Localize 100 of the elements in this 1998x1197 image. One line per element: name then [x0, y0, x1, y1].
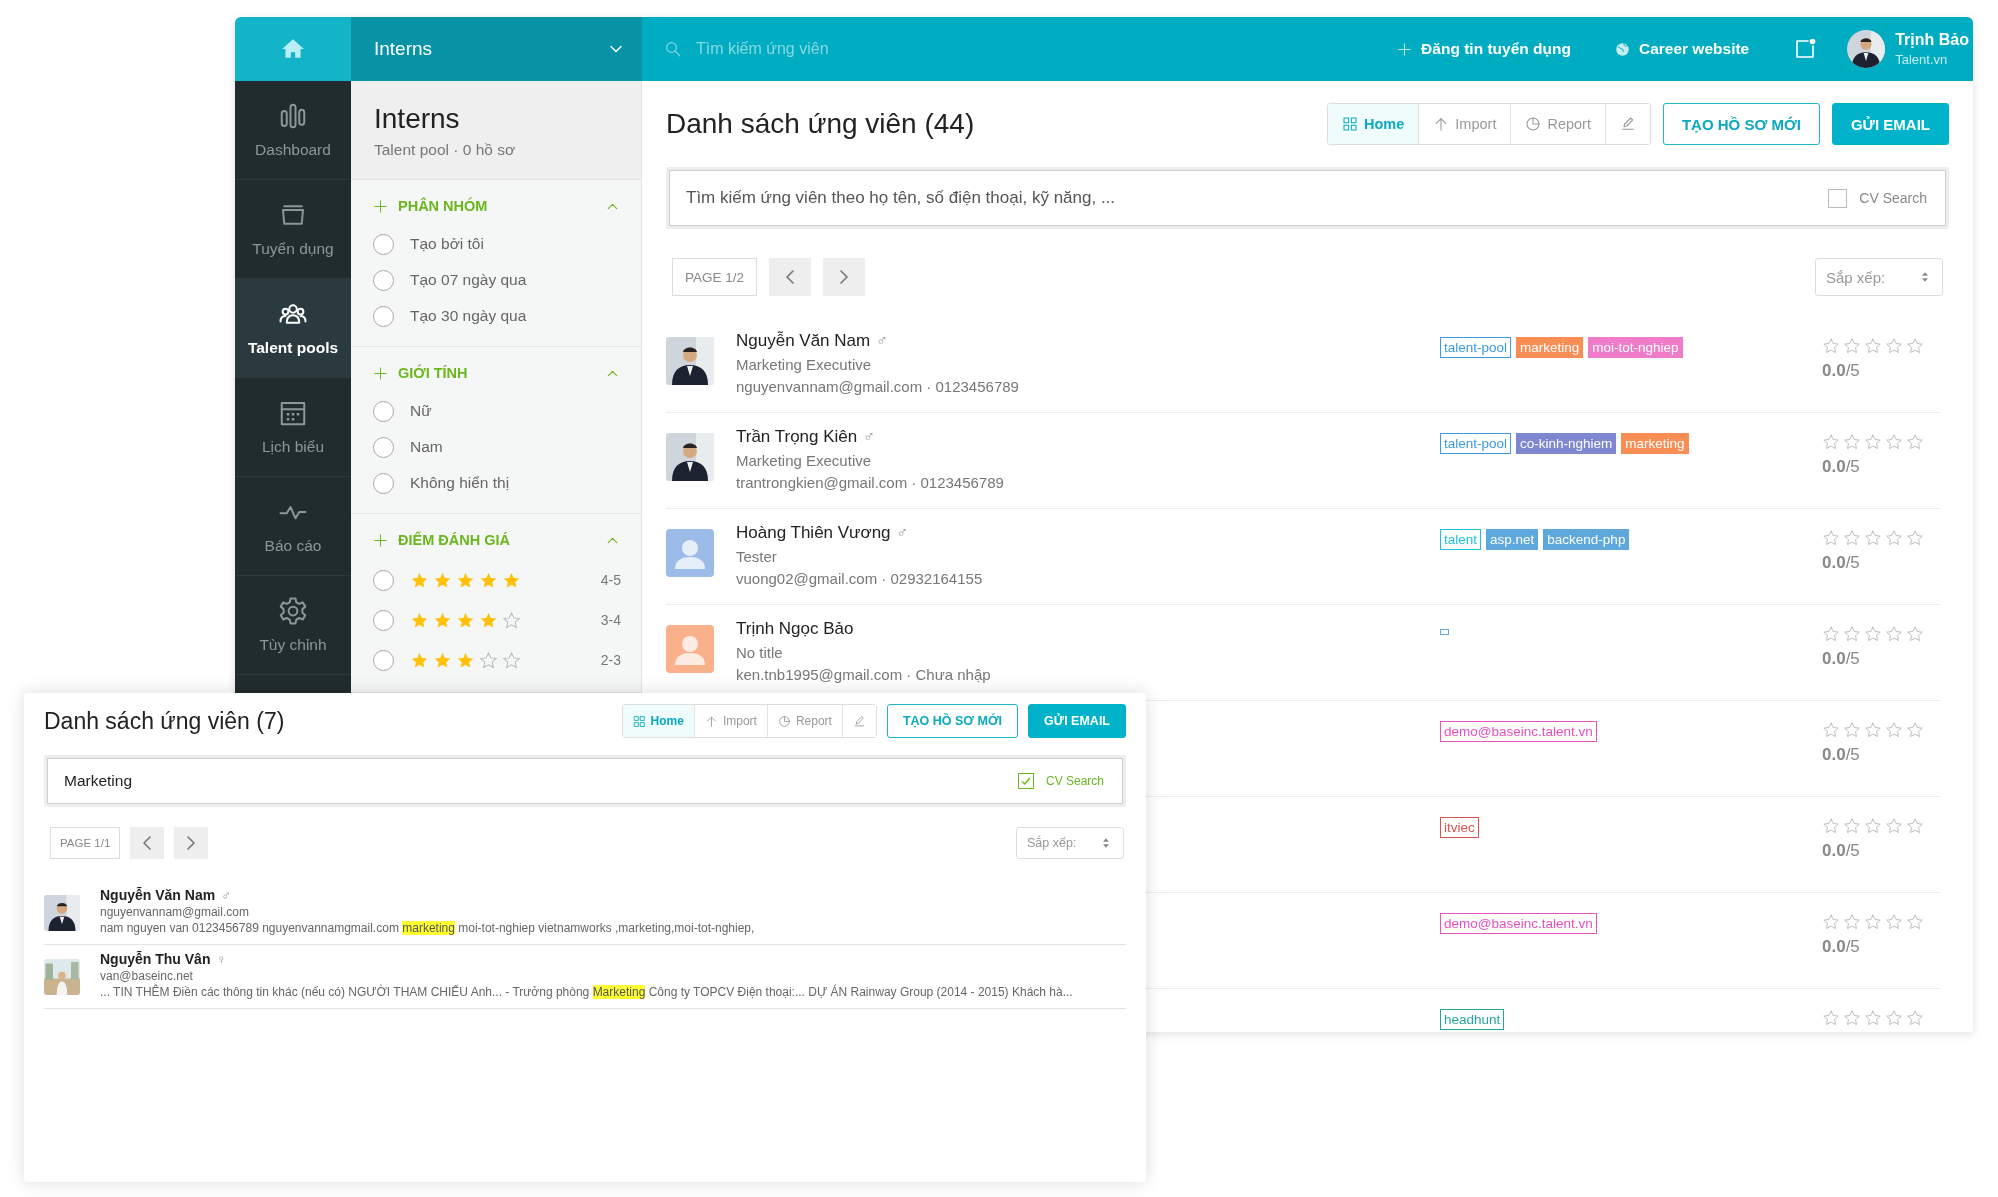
star-icon	[410, 570, 429, 590]
option-label: Tạo 30 ngày qua	[410, 307, 527, 325]
star-icon	[479, 650, 498, 670]
search-snippet: nam nguyen van 0123456789 nguyenvannamgmail.com marketing moi-tot-nghiep vietnamworks ,marketing,moi-tot-nghiep,	[100, 921, 755, 935]
checkbox[interactable]	[1828, 188, 1848, 208]
empty-tag[interactable]	[1440, 629, 1449, 635]
previous-page-button[interactable]	[769, 258, 812, 296]
pie-chart-icon	[1525, 116, 1542, 132]
radio-button[interactable]	[373, 609, 394, 631]
candidate-name[interactable]: Trịnh Ngọc Bảo	[736, 619, 854, 639]
rating-score: 0.0/5	[1822, 745, 1861, 765]
group-dropdown[interactable]: Interns	[351, 17, 642, 81]
search-field[interactable]: Marketing CV Search	[47, 758, 1123, 804]
candidate-name[interactable]: Nguyễn Văn Nam	[100, 887, 216, 903]
star-icon	[1885, 721, 1903, 739]
sort-dropdown[interactable]: Sắp xếp:	[1016, 827, 1124, 859]
star-icon	[1906, 721, 1924, 739]
next-page-button[interactable]	[823, 258, 866, 296]
rating-score: 0.0/5	[1822, 553, 1861, 573]
send-email-button[interactable]: GỬI EMAIL	[1831, 103, 1949, 145]
option-label: Tạo 07 ngày qua	[410, 271, 527, 289]
radio-button[interactable]	[373, 436, 394, 458]
next-page-button[interactable]	[174, 827, 209, 859]
grid-icon	[632, 714, 646, 728]
toolbar-button[interactable]: Home	[1328, 104, 1420, 144]
checkbox[interactable]	[1017, 773, 1034, 789]
tag[interactable]: asp.net	[1486, 529, 1539, 550]
radio-button[interactable]	[373, 400, 394, 422]
contact-info: trantrongkien@gmail.com · 0123456789	[736, 474, 1005, 491]
bar-chart-icon	[278, 101, 308, 131]
star-icon	[433, 570, 452, 590]
notification-button[interactable]	[1793, 37, 1818, 61]
radio-button[interactable]	[373, 472, 394, 494]
send-email-button[interactable]: GỬI EMAIL	[1028, 704, 1126, 738]
star-icon	[479, 570, 498, 590]
option-label: Không hiển thị	[410, 474, 510, 492]
tag[interactable]: moi-tot-nghiep	[1588, 337, 1683, 358]
checkbox-label: CV Search	[1859, 190, 1927, 206]
rating-range: 4-5	[600, 572, 621, 588]
tag[interactable]: marketing	[1516, 337, 1584, 358]
candidate-name[interactable]: Nguyễn Văn Nam	[736, 331, 871, 351]
sort-dropdown[interactable]: Sắp xếp:	[1815, 258, 1943, 296]
tag[interactable]: backend-php	[1543, 529, 1630, 550]
home-button[interactable]	[235, 17, 351, 81]
star-icon	[1822, 721, 1840, 739]
tag[interactable]: talent-pool	[1440, 433, 1512, 454]
rating-range: 3-4	[600, 612, 621, 628]
candidate-name[interactable]: Trần Trọng Kiên	[736, 427, 858, 447]
search-snippet: ... TIN THÊM Điền các thông tin khác (nếu có) NGƯỜI THAM CHIẾU Anh... - Trưởng phòng Marketing Công ty TOPCV Điện thoại:... DỰ ÁN Rainway Group (2014 - 2015) Khách hà...	[100, 985, 1073, 999]
radio-button[interactable]	[373, 269, 394, 291]
gender-symbol: ♂	[221, 887, 231, 903]
job-title: No title	[736, 644, 784, 661]
search-input[interactable]: Marketing	[62, 771, 1018, 791]
contact-info: nguyenvannam@gmail.com · 0123456789	[736, 378, 1020, 395]
tag[interactable]: headhunt	[1440, 1009, 1505, 1030]
rating-score: 0.0/5	[1822, 457, 1861, 477]
radio-button[interactable]	[373, 569, 394, 591]
previous-page-button[interactable]	[130, 827, 165, 859]
star-icon	[1906, 433, 1924, 451]
search-icon	[664, 40, 682, 58]
candidate-name[interactable]: Nguyễn Thu Vân	[100, 951, 211, 967]
plus-icon	[373, 365, 388, 381]
contact-info: vuong02@gmail.com · 02932164155	[736, 570, 984, 587]
tag[interactable]: talent-pool	[1440, 337, 1512, 358]
website-link[interactable]: Career website	[1614, 40, 1750, 58]
candidate-name[interactable]: Hoàng Thiên Vương	[736, 523, 891, 543]
tag[interactable]: demo@baseinc.talent.vn	[1440, 721, 1597, 742]
create-profile-button[interactable]: TẠO HỒ SƠ MỚI	[1662, 103, 1820, 145]
post-job-link[interactable]: Đăng tin tuyển dụng	[1397, 40, 1571, 58]
radio-button[interactable]	[373, 305, 394, 327]
search-input[interactable]: Tìm kiếm ứng viên theo họ tên, số điện thoại, kỹ năng, ...	[684, 187, 1829, 209]
email: van@baseinc.net	[100, 969, 194, 983]
search-field[interactable]: Tìm kiếm ứng viên	[694, 39, 994, 59]
search-field[interactable]: Tìm kiếm ứng viên theo họ tên, số điện thoại, kỹ năng, ... CV Search	[669, 170, 1946, 226]
tag[interactable]: talent	[1440, 529, 1482, 550]
star-icon	[1822, 1009, 1840, 1027]
sidebar-item[interactable]: Talent pools	[235, 279, 351, 378]
tag[interactable]: co-kinh-nghiem	[1516, 433, 1617, 454]
rating-range: 2-3	[600, 652, 621, 668]
tag[interactable]: itviec	[1440, 817, 1479, 838]
option-label: Nữ	[410, 402, 432, 420]
toolbar-button[interactable]: Home	[622, 705, 695, 737]
star-icon	[410, 650, 429, 670]
job-title: Marketing Executive	[736, 356, 873, 373]
panel-title: Interns	[374, 103, 461, 135]
create-profile-button[interactable]: TẠO HỒ SƠ MỚI	[886, 704, 1019, 738]
tag[interactable]: marketing	[1621, 433, 1689, 454]
star-icon	[1864, 625, 1882, 643]
star-icon	[1843, 1009, 1861, 1027]
rating-score: 0.0/5	[1822, 841, 1861, 861]
star-icon	[1822, 625, 1840, 643]
plus-icon	[373, 198, 388, 214]
star-icon	[1843, 625, 1861, 643]
star-icon	[1864, 529, 1882, 547]
star-icon	[502, 610, 521, 630]
star-icon	[1906, 913, 1924, 931]
tag[interactable]: demo@baseinc.talent.vn	[1440, 913, 1597, 934]
gender-symbol: ♂	[876, 332, 889, 350]
radio-button[interactable]	[373, 649, 394, 671]
radio-button[interactable]	[373, 233, 394, 255]
